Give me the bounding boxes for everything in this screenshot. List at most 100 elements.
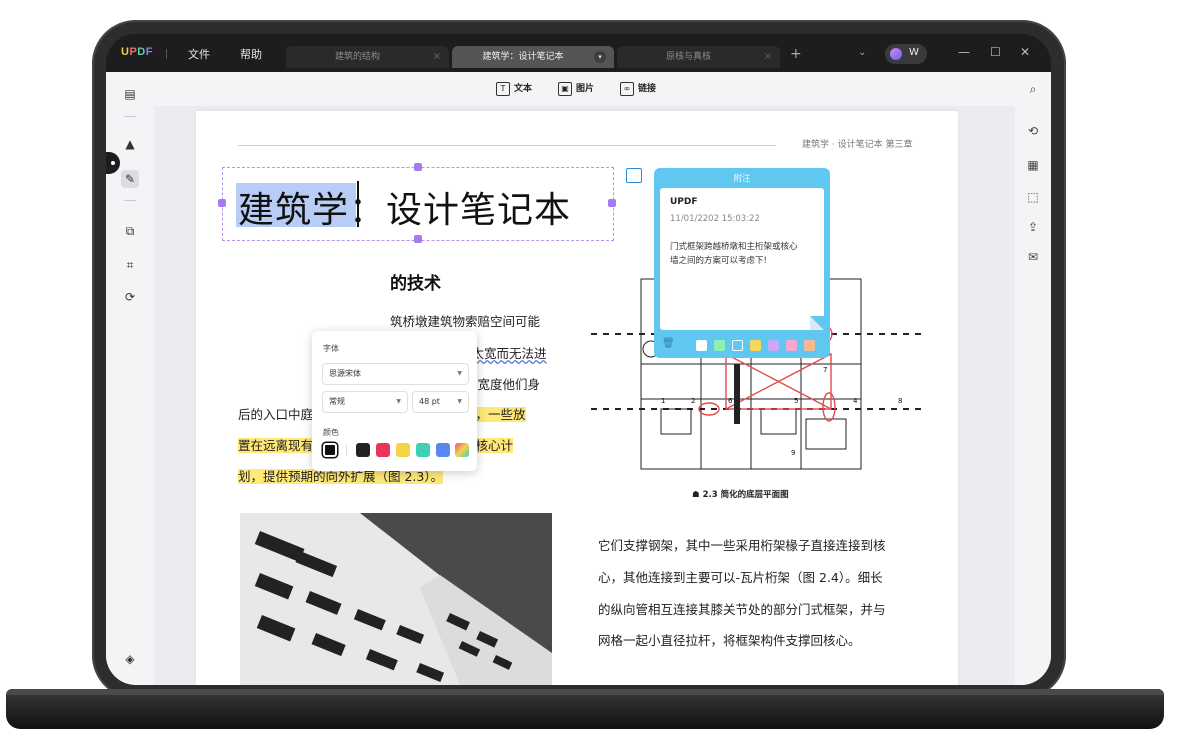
font-size-select[interactable]: 48 pt ▼ — [412, 391, 469, 413]
right-sidebar: ⌕ ⟲ ▦ ⬚ ⇪ ✉ — [1015, 72, 1051, 685]
custom-color-picker[interactable] — [455, 443, 469, 457]
text-icon: T — [496, 81, 510, 96]
note-fold — [810, 316, 824, 330]
note-color-blue-selected[interactable] — [732, 340, 743, 351]
resize-handle-bottom[interactable] — [414, 235, 422, 243]
edit-toolbar: T 文本 ▣ 图片 ∞ 链接 — [154, 72, 1015, 106]
tab-building-structure[interactable]: 建筑的结构 × — [286, 46, 449, 68]
rail-divider — [124, 116, 136, 117]
app-window: UPDF 文件 帮助 建筑的结构 × 建筑学：设计笔记本 ▾ 原核与真核 × +… — [106, 34, 1051, 685]
add-image-button[interactable]: ▣ 图片 — [558, 81, 594, 96]
chevron-down-icon: ▼ — [457, 370, 462, 377]
app-body: ▤ ▲ ✎ ⧉ ⌗ ⟳ ◈ T 文本 ▣ 图片 ∞ 链接 ⌕ ⟲ ▦ ⬚ ⇪ ✉… — [106, 72, 1051, 685]
header-rule — [238, 145, 776, 146]
tab-architecture-notebook[interactable]: 建筑学：设计笔记本 ▾ — [452, 46, 614, 68]
image-icon: ▣ — [558, 81, 572, 96]
font-label: 字体 — [323, 344, 339, 353]
laptop-base — [6, 689, 1164, 729]
note-card[interactable]: UPDF 11/01/2202 15:03:22 门式框架跨越桥墩和主桁架或核心… — [660, 188, 824, 330]
svg-text:5: 5 — [794, 397, 798, 405]
tab-close-icon[interactable]: × — [764, 46, 772, 68]
avatar — [890, 48, 902, 60]
user-account-button[interactable]: W — [885, 44, 927, 64]
chevron-down-icon: ▼ — [396, 398, 401, 405]
protect-icon[interactable]: ⬚ — [1024, 188, 1042, 206]
tab-close-icon[interactable]: × — [433, 46, 441, 68]
share-icon[interactable]: ⇪ — [1024, 218, 1042, 236]
color-black-selected[interactable] — [323, 443, 337, 457]
figure-caption: ☗ 2.3 简化的底层平面图 — [692, 490, 789, 500]
highlighter-icon[interactable]: ▲ — [121, 135, 139, 153]
maximize-button[interactable]: ☐ — [990, 45, 1001, 59]
chevron-down-icon: ▼ — [457, 398, 462, 405]
tab-label: 建筑学：设计笔记本 — [482, 52, 564, 62]
color-blue[interactable] — [436, 443, 450, 457]
body-line: 的纵向管相互连接其膝关节处的部分门式框架，并与 — [598, 602, 886, 617]
note-color-white[interactable] — [696, 340, 707, 351]
color-yellow[interactable] — [396, 443, 410, 457]
color-dark[interactable] — [356, 443, 370, 457]
svg-text:1: 1 — [661, 397, 665, 405]
crop-icon[interactable]: ⌗ — [121, 256, 139, 274]
resize-handle-left[interactable] — [218, 199, 226, 207]
reader-icon[interactable]: ▤ — [121, 85, 139, 103]
pdfa-icon[interactable]: ▦ — [1024, 156, 1042, 174]
note-title: 附注 — [733, 174, 751, 184]
text-caret — [357, 181, 359, 227]
color-red[interactable] — [376, 443, 390, 457]
tab-label: 原核与真核 — [665, 52, 711, 62]
menu-separator — [166, 49, 167, 59]
svg-text:2: 2 — [691, 397, 695, 405]
note-color-orange[interactable] — [804, 340, 815, 351]
font-style-select[interactable]: 常规 ▼ — [322, 391, 408, 413]
ocr-icon[interactable]: ⟲ — [1024, 122, 1042, 140]
sticky-note-popup[interactable]: 附注 UPDF 11/01/2202 15:03:22 门式框架跨越桥墩和主桁架… — [654, 168, 830, 358]
link-icon: ∞ — [620, 81, 634, 96]
svg-text:7: 7 — [823, 366, 827, 374]
highlight: 划，提供预期的向外扩展（图 2.3）。 — [238, 469, 444, 484]
search-icon[interactable]: ⌕ — [1024, 80, 1042, 98]
note-text[interactable]: 墙之间的方案可以考虑下! — [670, 254, 767, 266]
add-link-button[interactable]: ∞ 链接 — [620, 81, 656, 96]
pages-icon[interactable]: ⧉ — [121, 222, 139, 240]
svg-text:8: 8 — [898, 397, 902, 405]
close-window-button[interactable]: ✕ — [1020, 45, 1030, 59]
title-bar: UPDF 文件 帮助 建筑的结构 × 建筑学：设计笔记本 ▾ 原核与真核 × +… — [106, 34, 1051, 72]
body-line: 网格一起小直径拉杆，将框架构件支撑回核心。 — [598, 633, 861, 648]
comment-icon[interactable] — [626, 168, 642, 183]
note-color-yellow[interactable] — [750, 340, 761, 351]
resize-handle-right[interactable] — [608, 199, 616, 207]
page-header: 建筑学 · 设计笔记本 第三章 — [802, 140, 913, 150]
note-color-purple[interactable] — [768, 340, 779, 351]
rail-divider — [124, 200, 136, 201]
minimize-button[interactable]: — — [958, 45, 970, 59]
trash-icon[interactable]: 🗑 — [662, 338, 675, 350]
user-initial: W — [909, 47, 919, 58]
edit-icon[interactable]: ✎ — [121, 170, 139, 188]
resize-handle-top[interactable] — [414, 163, 422, 171]
menu-help[interactable]: 帮助 — [240, 46, 262, 62]
body-line: 心，其他连接到主要可以-瓦片桁架（图 2.4）。细长 — [598, 570, 883, 585]
tab-list-chevron-icon[interactable]: ⌄ — [858, 47, 866, 58]
tab-dropdown-icon[interactable]: ▾ — [594, 51, 606, 63]
font-properties-panel: 字体 思源宋体 ▼ 常规 ▼ 48 pt ▼ 颜色 — [312, 331, 477, 471]
tab-label: 建筑的结构 — [334, 52, 380, 62]
font-family-select[interactable]: 思源宋体 ▼ — [322, 363, 469, 385]
note-color-pink[interactable] — [786, 340, 797, 351]
building-photo[interactable] — [240, 513, 552, 685]
pdf-page: 建筑学 · 设计笔记本 第三章 建筑学：设计笔记本 的技术 筑桥墩建筑物索赔空间… — [196, 111, 958, 685]
page-title[interactable]: 建筑学：设计笔记本 — [238, 181, 571, 233]
add-tab-button[interactable]: + — [790, 46, 802, 62]
add-text-button[interactable]: T 文本 — [496, 81, 532, 96]
color-teal[interactable] — [416, 443, 430, 457]
note-color-green[interactable] — [714, 340, 725, 351]
menu-file[interactable]: 文件 — [188, 46, 210, 62]
body-line: 筑桥墩建筑物索赔空间可能 — [390, 314, 541, 329]
note-text[interactable]: 门式框架跨越桥墩和主桁架或核心 — [670, 240, 798, 252]
convert-icon[interactable]: ⟳ — [121, 288, 139, 306]
layers-icon[interactable]: ◈ — [121, 650, 139, 668]
svg-text:6: 6 — [728, 397, 733, 405]
mail-icon[interactable]: ✉ — [1024, 248, 1042, 266]
tab-prokaryote-eukaryote[interactable]: 原核与真核 × — [617, 46, 780, 68]
note-timestamp: 11/01/2202 15:03:22 — [670, 214, 760, 224]
